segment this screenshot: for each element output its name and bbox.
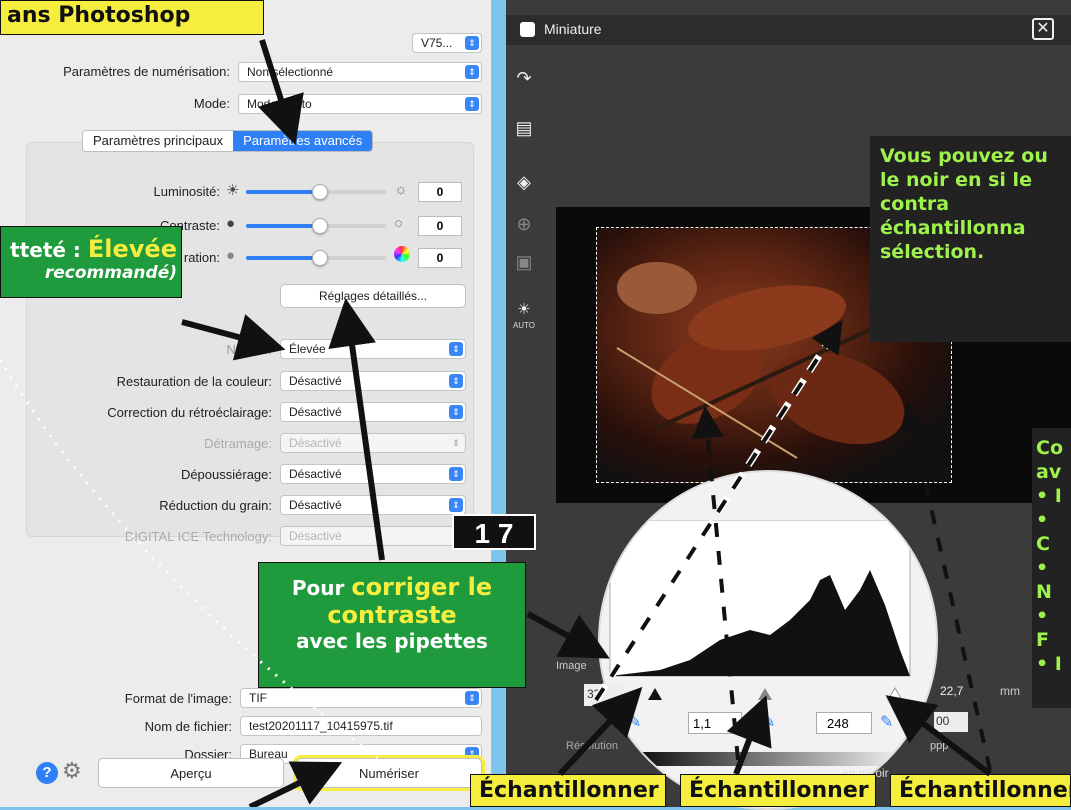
- dashed-arrow-gamma: [691, 406, 740, 761]
- arrow-to-scan: [248, 761, 343, 807]
- arrow-white-sample: [885, 695, 992, 777]
- dashed-arrow-white: [898, 402, 992, 771]
- arrow-black-sample: [557, 686, 643, 777]
- dotted-guide-line: [0, 359, 381, 762]
- arrow-gamma-sample: [726, 695, 772, 776]
- arrow-to-advanced-tab: [258, 39, 304, 146]
- arrow-to-histogram: [526, 611, 610, 659]
- dashed-arrow-black: [594, 319, 843, 702]
- arrow-to-detailed: [328, 298, 385, 561]
- arrow-to-sharpness: [181, 314, 286, 361]
- annotation-arrows: [0, 39, 992, 807]
